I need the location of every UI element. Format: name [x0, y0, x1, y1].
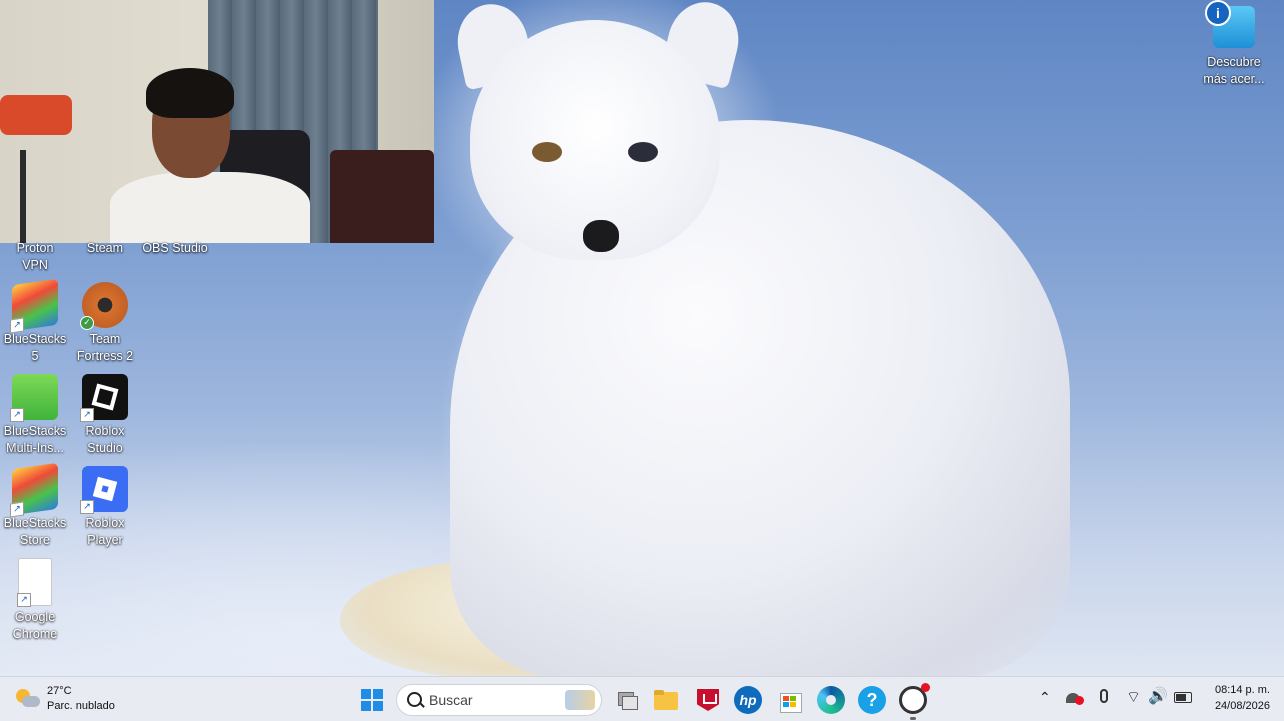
mcafee-icon[interactable]: [694, 686, 722, 714]
roblox-studio-glyph: [91, 383, 119, 411]
shortcut-arrow-icon: ↗: [80, 408, 94, 422]
file-explorer-icon[interactable]: [652, 686, 680, 714]
info-icon: i: [1205, 0, 1231, 26]
blank-file-icon: ↗: [17, 558, 52, 607]
spotlight-picture-icon: i: [1205, 0, 1255, 48]
icon-label: OBS Studio: [142, 241, 208, 255]
search-icon: [407, 692, 425, 708]
shortcut-arrow-icon: ↗: [10, 501, 24, 518]
webcam-bed-headboard: [330, 150, 434, 243]
icon-label: Roblox Player: [85, 516, 125, 547]
desktop-icon-roblox-studio[interactable]: ↗ Roblox Studio: [70, 374, 140, 457]
bluestacks-store-icon: ↗: [10, 462, 58, 518]
roblox-studio-icon: ↗: [80, 374, 128, 422]
microphone-icon[interactable]: [1100, 689, 1108, 703]
shortcut-arrow-icon: ↗: [10, 408, 24, 422]
desktop-icon-roblox-player[interactable]: ↗ Roblox Player: [70, 466, 140, 549]
edge-icon[interactable]: [817, 686, 845, 714]
taskbar-search-box[interactable]: Buscar: [396, 684, 602, 716]
wallpaper-fox-nose: [583, 220, 619, 252]
webcam-toy-blaster: [0, 95, 72, 135]
icon-label: Roblox Studio: [85, 424, 125, 455]
battery-icon[interactable]: [1174, 692, 1192, 703]
icon-label: Steam: [86, 241, 124, 255]
icon-label-line1: Descubre: [1207, 55, 1261, 69]
search-placeholder: Buscar: [429, 692, 473, 708]
icon-label-line2: más acer...: [1203, 72, 1265, 86]
icon-label: BlueStacks 5: [3, 332, 67, 363]
help-icon[interactable]: ?: [858, 686, 886, 714]
webcam-person-shirt: [110, 172, 310, 243]
wallpaper-fox-eye-left: [532, 142, 562, 162]
network-warning-icon[interactable]: [1066, 691, 1084, 705]
bluestacks-multi-icon: ↗: [10, 374, 58, 422]
wallpaper-fox-eye-right: [628, 142, 658, 162]
obs-icon[interactable]: [899, 683, 930, 714]
desktop-icon-steam[interactable]: Steam: [70, 240, 140, 257]
roblox-player-glyph: [92, 476, 118, 502]
windows-start-icon[interactable]: [358, 686, 386, 714]
sync-check-icon: ✓: [80, 316, 94, 330]
clock-date[interactable]: 24/08/2026: [1206, 700, 1270, 712]
webcam-overlay: [0, 0, 434, 243]
roblox-player-icon: ↗: [80, 466, 128, 514]
webcam-person-hair: [146, 68, 234, 118]
weather-description: Parc. nublado: [47, 700, 115, 712]
weather-temperature: 27°C: [47, 685, 72, 697]
desktop-icon-bluestacks-store[interactable]: ↗ BlueStacks Store: [0, 462, 70, 549]
search-highlight-icon: [565, 690, 595, 710]
bluestacks-icon: ↗: [10, 278, 58, 334]
webcam-scooter: [20, 150, 26, 243]
hp-icon[interactable]: hp: [734, 686, 762, 714]
desktop-icon-spotlight[interactable]: i Descubre más acer...: [1199, 0, 1269, 88]
clock-time[interactable]: 08:14 p. m.: [1208, 684, 1270, 696]
wifi-icon[interactable]: ⌔: [1126, 687, 1141, 707]
desktop-icon-google-chrome[interactable]: ↗ Google Chrome: [0, 558, 70, 643]
weather-widget[interactable]: 27°C Parc. nublado: [14, 683, 124, 717]
icon-label: Team Fortress 2: [76, 332, 134, 363]
icon-label: Proton VPN: [16, 241, 54, 272]
desktop-icon-bluestacks-5[interactable]: ↗ BlueStacks 5: [0, 278, 70, 365]
desktop-icon-bluestacks-multi[interactable]: ↗ BlueStacks Multi-Ins...: [0, 374, 70, 457]
icon-label: Google Chrome: [12, 610, 58, 641]
task-view-icon[interactable]: [612, 686, 640, 714]
partly-cloudy-icon: [16, 689, 40, 709]
chevron-up-icon[interactable]: ⌃: [1039, 689, 1051, 706]
microsoft-store-icon[interactable]: [776, 686, 804, 714]
desktop-icon-proton-vpn[interactable]: Proton VPN: [0, 240, 70, 274]
desktop-icon-team-fortress-2[interactable]: ✓ Team Fortress 2: [70, 282, 140, 365]
team-fortress-icon: ✓: [80, 282, 128, 330]
volume-icon[interactable]: 🔊: [1148, 686, 1168, 706]
shortcut-arrow-icon: ↗: [80, 500, 94, 514]
icon-label: BlueStacks Store: [3, 516, 67, 547]
taskbar: 27°C Parc. nublado Buscar hp ? ⌃ ⌔ 🔊 08:…: [0, 676, 1284, 721]
shortcut-arrow-icon: ↗: [17, 593, 31, 607]
icon-label: BlueStacks Multi-Ins...: [3, 424, 67, 455]
desktop-icon-obs-studio[interactable]: OBS Studio: [140, 240, 210, 257]
shortcut-arrow-icon: ↗: [10, 317, 24, 334]
